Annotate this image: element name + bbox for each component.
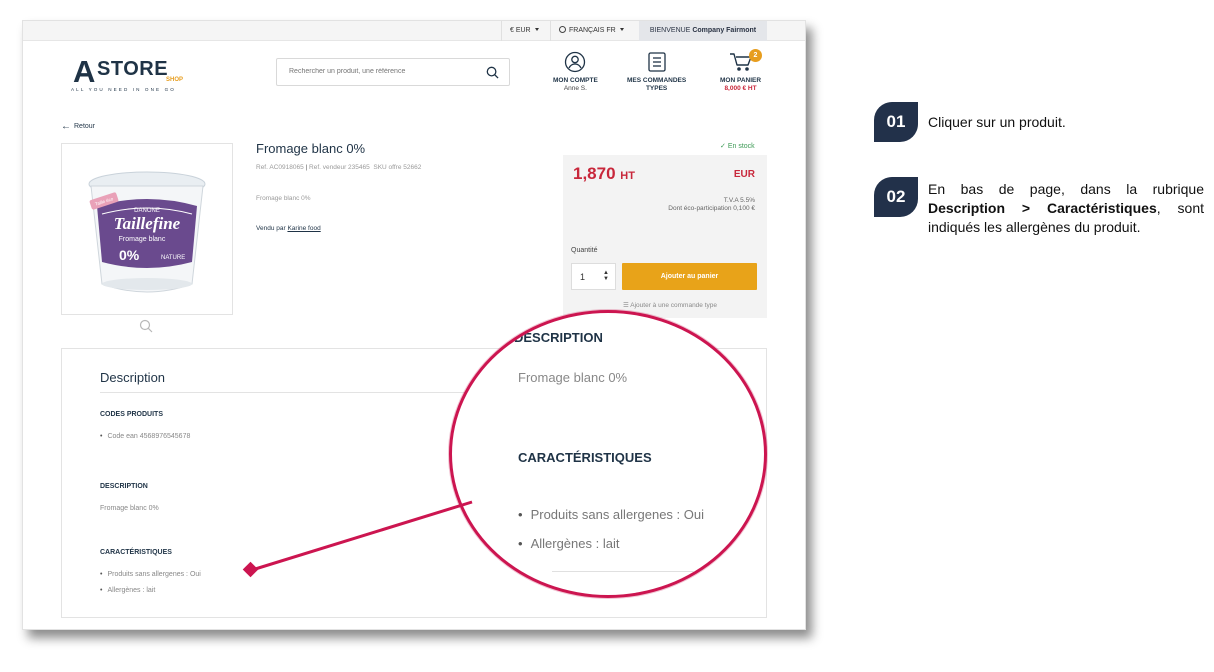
logo-tagline: ALL YOU NEED IN ONE GO — [71, 87, 176, 92]
codes-heading: CODES PRODUITS — [100, 411, 164, 418]
cart-count-badge: 2 — [749, 49, 762, 62]
magnified-divider — [552, 571, 742, 572]
logo-letter-a: A — [73, 54, 96, 89]
search-icon[interactable] — [486, 66, 499, 79]
sold-by-prefix: Vendu par — [256, 225, 286, 232]
step-text-bold: Description > Caractéristiques — [928, 200, 1157, 216]
product-image-percent: 0% — [119, 247, 140, 263]
step-text-before: En bas de page, dans la rubrique — [928, 181, 1204, 197]
product-ref: Ref. AC0918065 — [256, 164, 304, 171]
description-subheading: DESCRIPTION — [100, 483, 148, 490]
user-icon — [565, 51, 586, 73]
my-account-link[interactable]: MON COMPTE Anne S. — [553, 51, 598, 93]
magnified-description-heading: DESCRIPTION — [514, 330, 603, 345]
magnified-characteristics-heading: CARACTÉRISTIQUES — [518, 450, 652, 465]
price-value: 1,870 — [573, 164, 616, 183]
step-text: Cliquer sur un produit. — [928, 114, 1066, 130]
tax-info: T.V.A 5.5% Dont éco-participation 0,100 € — [668, 197, 755, 213]
search-input[interactable] — [289, 68, 479, 75]
ean-code: Code ean 4568976545678 — [100, 433, 190, 440]
stock-label: En stock — [727, 143, 755, 150]
stepper-arrows-icon[interactable]: ▲ ▼ — [603, 270, 609, 282]
seller-link[interactable]: Karine food — [287, 225, 320, 232]
price-box: 1,870 HT EUR T.V.A 5.5% Dont éco-particip… — [563, 155, 767, 318]
list-icon — [647, 52, 666, 72]
price-suffix: HT — [620, 170, 635, 182]
magnifier-callout: DESCRIPTION Fromage blanc 0% CARACTÉRIST… — [449, 310, 767, 598]
stock-status: ✓ En stock — [720, 142, 755, 150]
step-number: 02 — [874, 177, 918, 217]
product-image-variant: NATURE — [161, 255, 185, 261]
store-logo[interactable]: A STORE SHOP ALL YOU NEED IN ONE GO — [71, 54, 196, 94]
add-to-order-link[interactable]: ☰ Ajouter à une commande type — [623, 301, 717, 309]
characteristic-item: Produits sans allergenes : Oui — [100, 571, 200, 578]
description-heading: Description — [100, 370, 166, 385]
quantity-label: Quantité — [571, 247, 598, 254]
sold-by: Vendu par Karine food — [256, 225, 321, 232]
step-1: 01 Cliquer sur un produit. — [874, 102, 1206, 146]
product-title: Fromage blanc 0% — [256, 141, 366, 156]
account-label: MON COMPTE — [553, 77, 598, 84]
ref-separator: | — [305, 164, 308, 171]
characteristic-item: Allergènes : lait — [100, 587, 155, 594]
logo-shop: SHOP — [166, 77, 184, 83]
back-label: Retour — [74, 123, 96, 130]
step-2: 02 En bas de page, dans la rubrique Desc… — [874, 177, 1206, 241]
search-bar — [276, 58, 510, 86]
zoom-icon[interactable] — [139, 319, 153, 333]
product-image-box[interactable]: DANONE Taillefine Fromage blanc 0% NATUR… — [61, 143, 233, 315]
orders-label-line2: TYPES — [645, 85, 668, 92]
product-short-description: Fromage blanc 0% — [256, 195, 311, 202]
currency-selector[interactable]: € EUR — [501, 21, 547, 41]
check-icon: ✓ — [720, 143, 726, 150]
orders-label-line1: MES COMMANDES — [627, 77, 687, 84]
chevron-down-icon — [619, 28, 624, 31]
sku-offer: SKU offre 52662 — [373, 164, 422, 171]
price: 1,870 HT — [573, 164, 635, 184]
welcome-prefix: BIENVENUE — [649, 27, 691, 34]
add-to-order-label: Ajouter à une commande type — [630, 302, 717, 309]
characteristics-heading: CARACTÉRISTIQUES — [100, 549, 172, 556]
magnified-description-value: Fromage blanc 0% — [518, 370, 628, 385]
globe-icon — [559, 26, 566, 33]
top-utility-bar: € EUR FRANÇAIS FR BIENVENUE Company Fair… — [23, 21, 805, 41]
welcome-banner: BIENVENUE Company Fairmont — [639, 21, 767, 41]
welcome-company: Company Fairmont — [692, 27, 757, 34]
price-currency: EUR — [733, 169, 755, 180]
cart-total: 8,000 € HT — [724, 85, 757, 92]
currency-label: € EUR — [510, 27, 531, 34]
my-cart-link[interactable]: 2 MON PANIER 8,000 € HT — [720, 49, 762, 93]
description-value: Fromage blanc 0% — [100, 505, 159, 512]
tva-rate: T.V.A 5.5% — [723, 197, 755, 204]
back-link[interactable]: ← Retour — [61, 121, 95, 132]
magnified-characteristic-item: Produits sans allergenes : Oui — [518, 507, 704, 522]
step-number: 01 — [874, 102, 918, 142]
chevron-down-icon — [534, 28, 539, 31]
vendor-ref: Ref. vendeur 235465 — [309, 164, 370, 171]
arrow-left-icon: ← — [61, 121, 71, 132]
cart-label: MON PANIER — [720, 77, 762, 84]
account-user: Anne S. — [563, 85, 587, 92]
list-icon: ☰ — [623, 302, 629, 309]
logo-store: STORE — [97, 58, 169, 80]
quantity-stepper[interactable]: 1 ▲ ▼ — [571, 263, 616, 290]
magnified-characteristic-item: Allergènes : lait — [518, 536, 620, 551]
language-selector[interactable]: FRANÇAIS FR — [550, 21, 632, 41]
eco-participation: Dont éco-participation 0,100 € — [668, 205, 755, 212]
product-image-name: Taillefine — [114, 214, 181, 233]
step-text: En bas de page, dans la rubrique Descrip… — [928, 180, 1204, 237]
product-image-label: Fromage blanc — [119, 236, 166, 243]
product-references: Ref. AC0918065 | Ref. vendeur 235465 SKU… — [256, 164, 421, 171]
product-image: DANONE Taillefine Fromage blanc 0% NATUR… — [88, 171, 206, 293]
add-to-cart-button[interactable]: Ajouter au panier — [622, 263, 757, 290]
language-label: FRANÇAIS FR — [569, 27, 616, 34]
quantity-value: 1 — [580, 272, 586, 282]
divider — [100, 392, 490, 393]
my-orders-link[interactable]: MES COMMANDES TYPES — [627, 51, 686, 93]
